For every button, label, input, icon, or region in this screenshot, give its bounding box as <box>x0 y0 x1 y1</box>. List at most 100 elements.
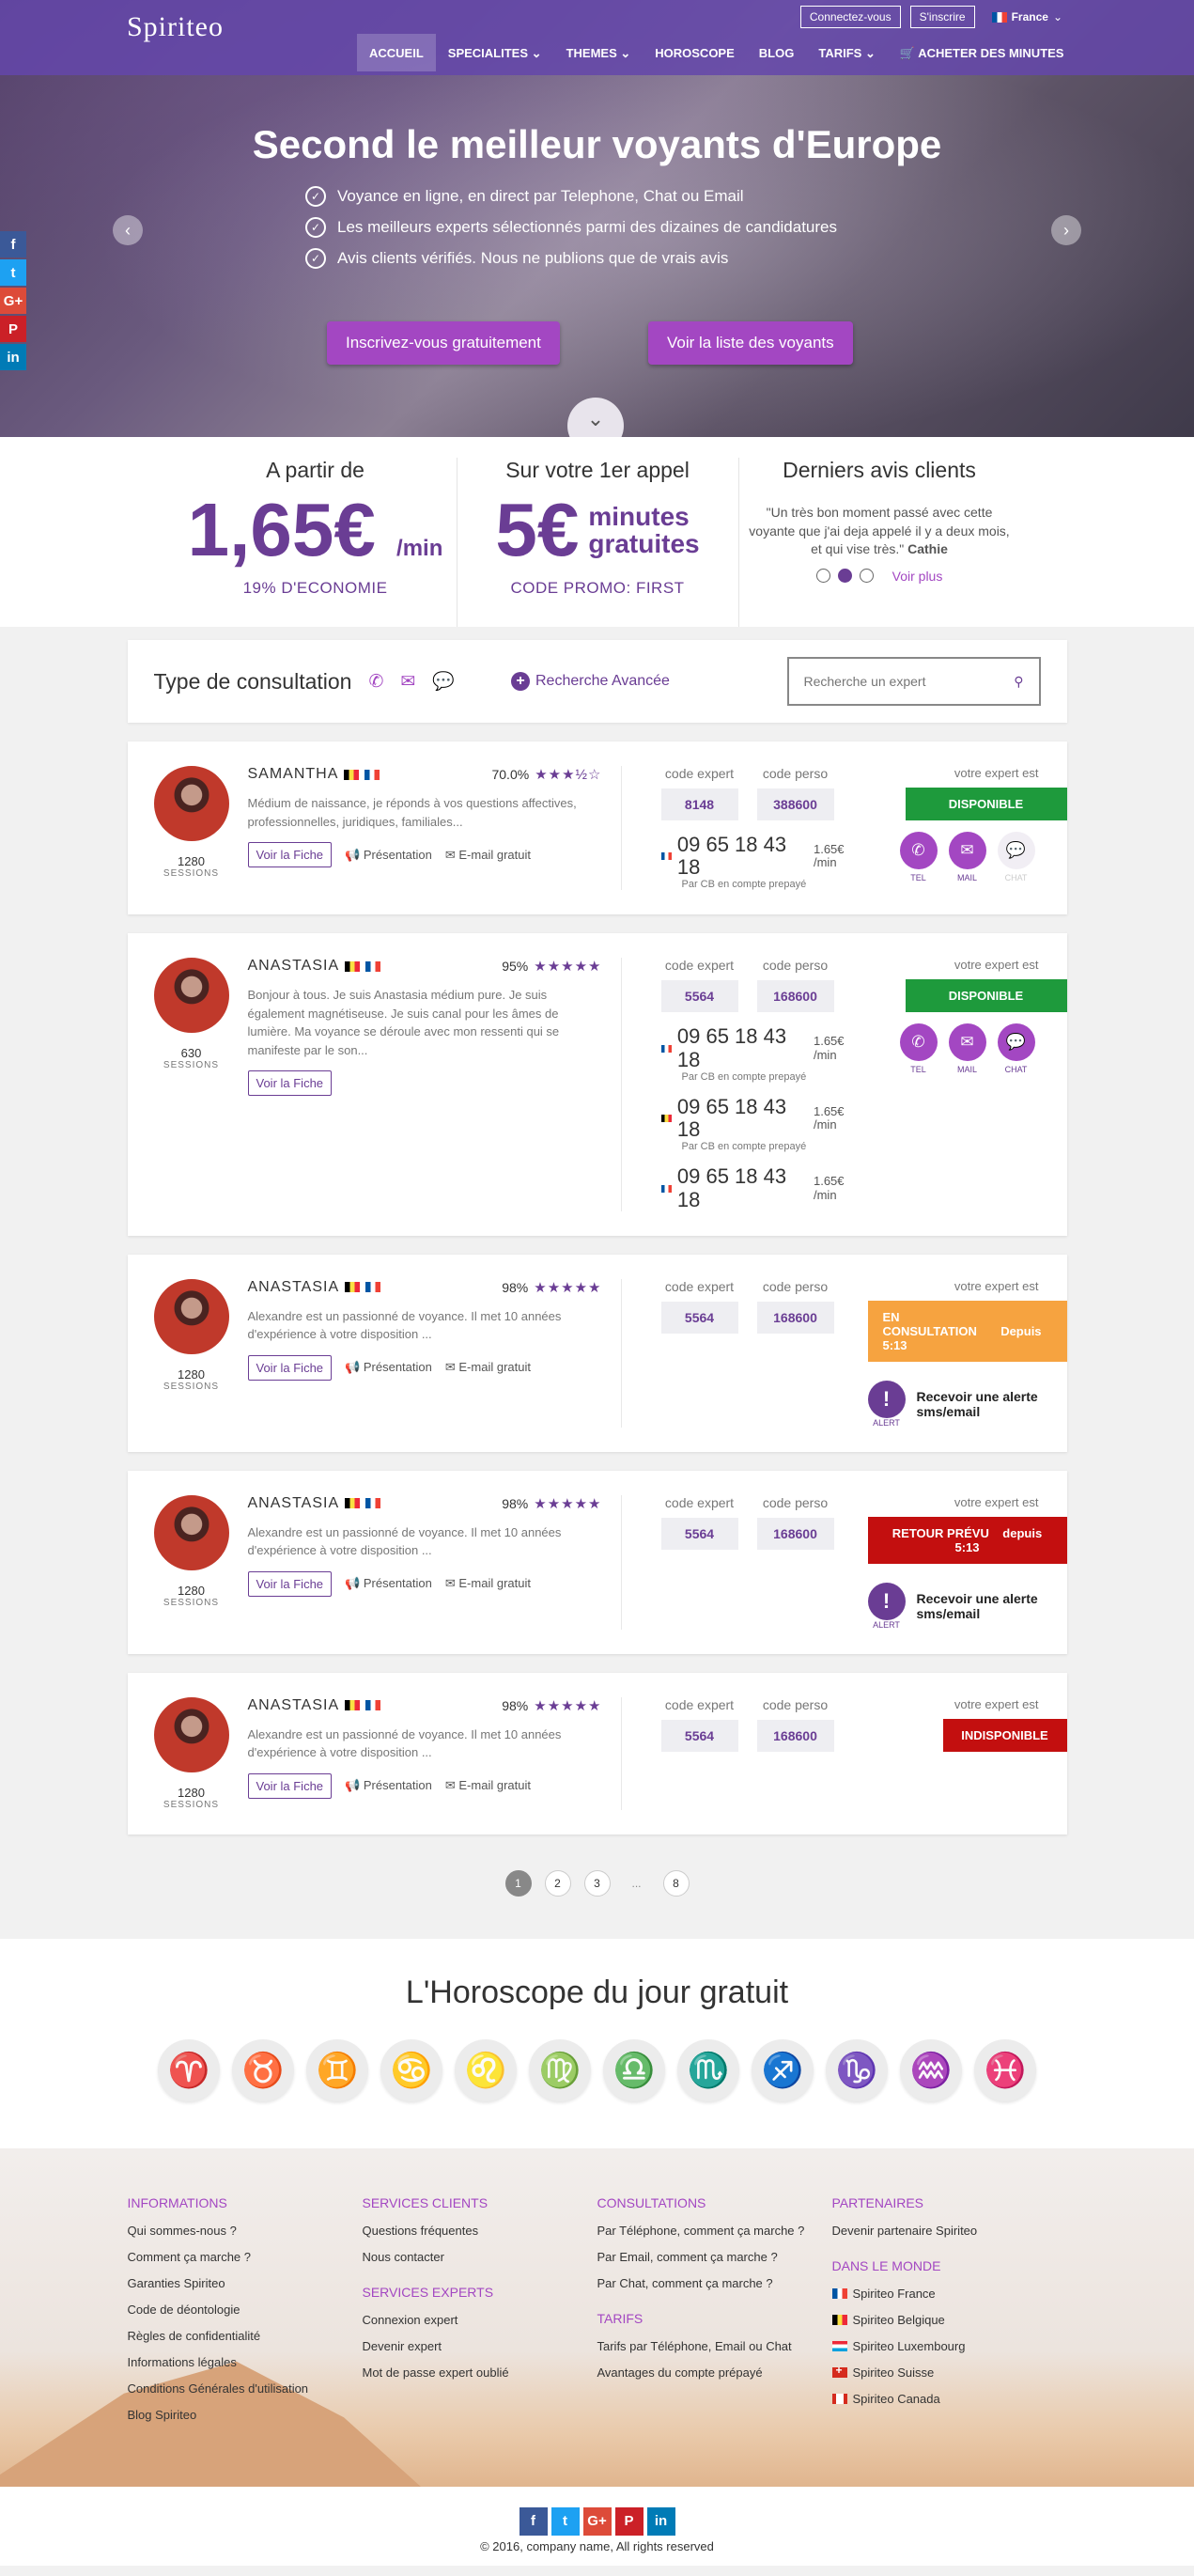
free-email-link[interactable]: ✉ E-mail gratuit <box>445 1576 531 1591</box>
expert-name[interactable]: SAMANTHA <box>248 766 339 783</box>
footer-link[interactable]: Par Chat, comment ça marche ? <box>597 2276 832 2290</box>
presentation-link[interactable]: 📢 Présentation <box>345 1778 432 1793</box>
footer-link[interactable]: Règles de confidentialité <box>128 2329 363 2343</box>
presentation-link[interactable]: 📢 Présentation <box>345 1360 432 1375</box>
leo-icon[interactable]: ♌ <box>455 2038 517 2101</box>
nav-themes[interactable]: THEMES ⌄ <box>554 34 644 71</box>
login-button[interactable]: Connectez-vous <box>799 6 901 28</box>
see-more-link[interactable]: Voir plus <box>892 569 943 584</box>
twitter-icon[interactable]: t <box>550 2506 580 2536</box>
footer-link[interactable]: Informations légales <box>128 2355 363 2369</box>
footer-link[interactable]: Spiriteo Belgique <box>831 2313 1067 2327</box>
pinterest-icon[interactable]: P <box>614 2506 644 2536</box>
scorpio-icon[interactable]: ♏ <box>677 2038 739 2101</box>
phone-number[interactable]: 09 65 18 43 18 <box>677 1165 808 1211</box>
scroll-down-icon[interactable]: ⌄ <box>567 398 624 437</box>
free-email-link[interactable]: ✉ E-mail gratuit <box>445 1778 531 1793</box>
twitter-icon[interactable]: t <box>0 259 26 286</box>
footer-link[interactable]: Conditions Générales d'utilisation <box>128 2381 363 2396</box>
footer-link[interactable]: Spiriteo Luxembourg <box>831 2339 1067 2353</box>
google-plus-icon[interactable]: G+ <box>582 2506 612 2536</box>
facebook-icon[interactable]: f <box>0 231 26 258</box>
footer-link[interactable]: Code de déontologie <box>128 2303 363 2317</box>
footer-link[interactable]: Garanties Spiriteo <box>128 2276 363 2290</box>
country-selector[interactable]: France ⌄ <box>991 10 1062 23</box>
view-profile-button[interactable]: Voir la Fiche <box>247 1570 333 1597</box>
taurus-icon[interactable]: ♉ <box>232 2038 294 2101</box>
pinterest-icon[interactable]: P <box>0 316 26 342</box>
alert-row[interactable]: ! ALERT Recevoir une alerte sms/email <box>867 1380 1067 1428</box>
chat-filter-icon[interactable]: 💬 <box>432 670 455 693</box>
chat-channel[interactable]: 💬 CHAT <box>997 1023 1035 1074</box>
avatar[interactable] <box>153 766 229 841</box>
footer-link[interactable]: Devenir partenaire Spiriteo <box>832 2224 1067 2238</box>
carousel-prev-icon[interactable]: ‹ <box>113 215 143 245</box>
linkedin-icon[interactable]: in <box>646 2506 675 2536</box>
nav-acheter-minutes[interactable]: 🛒 ACHETER DES MINUTES <box>888 34 1077 71</box>
email-filter-icon[interactable]: ✉ <box>400 671 415 693</box>
footer-link[interactable]: Tarifs par Téléphone, Email ou Chat <box>597 2339 832 2353</box>
nav-specialites[interactable]: SPECIALITES ⌄ <box>436 34 554 71</box>
search-icon[interactable]: ⚲ <box>1014 674 1023 690</box>
free-email-link[interactable]: ✉ E-mail gratuit <box>445 1360 531 1375</box>
experts-list-button[interactable]: Voir la liste des voyants <box>648 321 853 365</box>
carousel-dot[interactable] <box>815 569 830 584</box>
advanced-search-link[interactable]: + Recherche Avancée <box>511 672 670 691</box>
page-8[interactable]: 8 <box>662 1869 690 1897</box>
footer-link[interactable]: Avantages du compte prépayé <box>597 2365 832 2380</box>
register-button[interactable]: Inscrivez-vous gratuitement <box>327 321 560 365</box>
nav-tarifs[interactable]: TARIFS ⌄ <box>806 34 888 71</box>
logo[interactable]: Spiriteo <box>127 11 224 43</box>
capricorn-icon[interactable]: ♑ <box>826 2038 888 2101</box>
expert-name[interactable]: ANASTASIA <box>248 1697 340 1714</box>
footer-link[interactable]: Par Email, comment ça marche ? <box>597 2250 832 2264</box>
expert-name[interactable]: ANASTASIA <box>248 1495 340 1512</box>
view-profile-button[interactable]: Voir la Fiche <box>247 1070 333 1097</box>
page-3[interactable]: 3 <box>583 1869 611 1897</box>
avatar[interactable] <box>153 958 229 1034</box>
expert-name[interactable]: ANASTASIA <box>248 958 340 975</box>
presentation-link[interactable]: 📢 Présentation <box>345 1576 432 1591</box>
footer-link[interactable]: Qui sommes-nous ? <box>128 2224 363 2238</box>
footer-link[interactable]: Nous contacter <box>363 2250 597 2264</box>
view-profile-button[interactable]: Voir la Fiche <box>247 842 333 867</box>
expert-name[interactable]: ANASTASIA <box>248 1279 340 1296</box>
google-plus-icon[interactable]: G+ <box>0 288 26 314</box>
libra-icon[interactable]: ♎ <box>603 2038 665 2101</box>
tel-channel[interactable]: ✆ TEL <box>899 832 938 882</box>
alert-row[interactable]: ! ALERT Recevoir une alerte sms/email <box>867 1582 1067 1630</box>
gemini-icon[interactable]: ♊ <box>306 2038 368 2101</box>
phone-number[interactable]: 09 65 18 43 18 <box>677 1025 808 1071</box>
view-profile-button[interactable]: Voir la Fiche <box>247 1772 333 1799</box>
footer-link[interactable]: Devenir expert <box>363 2339 597 2353</box>
phone-number[interactable]: 09 65 18 43 18 <box>677 1095 808 1141</box>
view-profile-button[interactable]: Voir la Fiche <box>247 1354 333 1381</box>
carousel-next-icon[interactable]: › <box>1051 215 1081 245</box>
footer-link[interactable]: Spiriteo France <box>831 2287 1067 2301</box>
carousel-dot[interactable] <box>859 569 874 584</box>
phone-number[interactable]: 09 65 18 43 18 <box>677 833 808 879</box>
carousel-dot-active[interactable] <box>837 569 852 584</box>
tel-channel[interactable]: ✆ TEL <box>899 1023 938 1074</box>
footer-link[interactable]: Spiriteo Suisse <box>831 2364 1067 2380</box>
nav-blog[interactable]: BLOG <box>747 34 807 71</box>
search-input[interactable] <box>803 674 1015 689</box>
presentation-link[interactable]: 📢 Présentation <box>345 848 432 863</box>
aquarius-icon[interactable]: ♒ <box>900 2038 962 2101</box>
phone-filter-icon[interactable]: ✆ <box>368 671 383 693</box>
free-email-link[interactable]: ✉ E-mail gratuit <box>445 848 531 863</box>
facebook-icon[interactable]: f <box>519 2506 548 2536</box>
aries-icon[interactable]: ♈ <box>158 2038 220 2101</box>
nav-accueil[interactable]: ACCUEIL <box>357 34 436 71</box>
footer-link[interactable]: Questions fréquentes <box>363 2224 597 2238</box>
page-2[interactable]: 2 <box>544 1869 571 1897</box>
mail-channel[interactable]: ✉ MAIL <box>948 832 986 882</box>
footer-link[interactable]: Comment ça marche ? <box>128 2250 363 2264</box>
footer-link[interactable]: Connexion expert <box>363 2313 597 2327</box>
avatar[interactable] <box>153 1278 229 1354</box>
mail-channel[interactable]: ✉ MAIL <box>948 1023 986 1074</box>
footer-link[interactable]: Par Téléphone, comment ça marche ? <box>597 2224 832 2238</box>
pisces-icon[interactable]: ♓ <box>974 2038 1036 2101</box>
virgo-icon[interactable]: ♍ <box>529 2038 591 2101</box>
linkedin-icon[interactable]: in <box>0 344 26 370</box>
